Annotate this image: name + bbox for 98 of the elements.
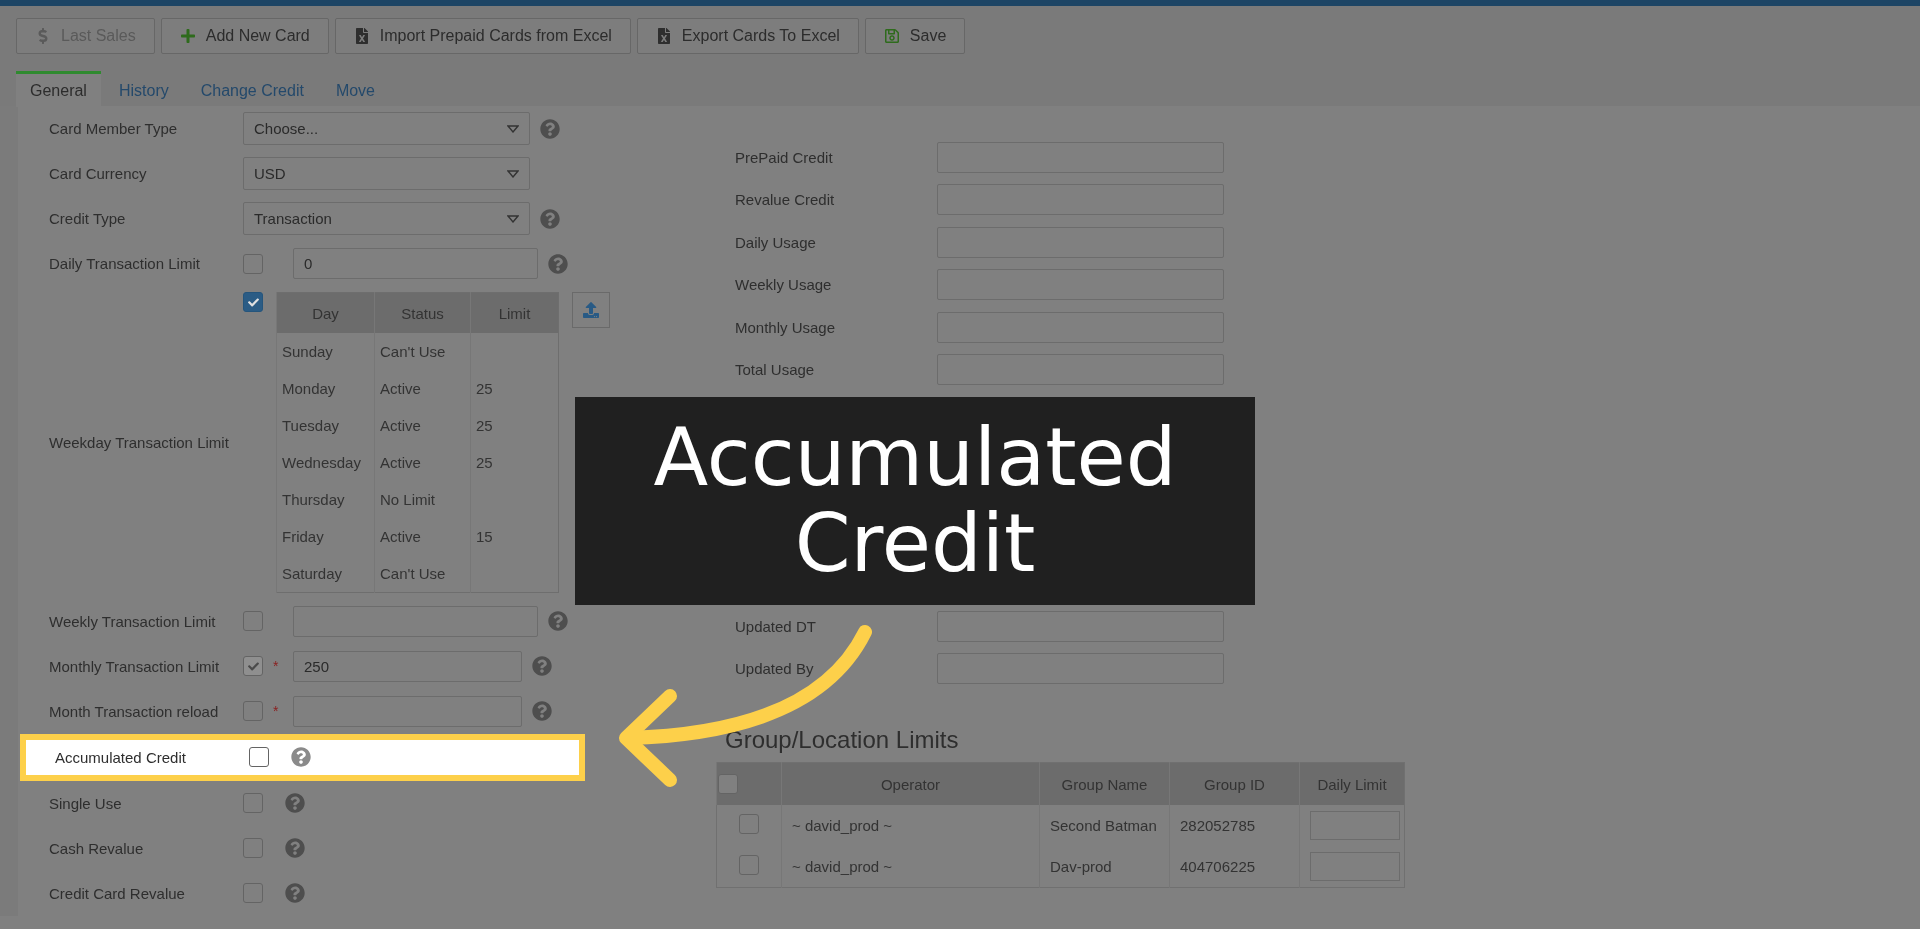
table-cell: ~ david_prod ~ xyxy=(781,846,1040,888)
column-header: Status xyxy=(374,292,471,333)
toolbar-button[interactable]: Add New Card xyxy=(160,18,329,54)
check-icon xyxy=(247,660,259,672)
checkbox[interactable] xyxy=(243,611,263,631)
checkbox[interactable] xyxy=(718,774,738,794)
save-icon xyxy=(883,28,900,44)
field-label: Daily Usage xyxy=(735,233,817,251)
dropdown[interactable]: Choose... xyxy=(243,112,530,145)
dropdown[interactable]: USD xyxy=(243,157,530,190)
table-cell: 25 xyxy=(470,407,559,444)
help-icon[interactable] xyxy=(285,883,305,903)
field-label: Updated By xyxy=(735,660,815,678)
help-icon[interactable] xyxy=(540,118,560,139)
dropdown[interactable]: Transaction xyxy=(243,202,530,235)
plus-icon xyxy=(179,28,196,44)
table-cell: 25 xyxy=(470,444,559,481)
column-header: Daily Limit xyxy=(1299,762,1405,805)
field-label: Cash Revalue xyxy=(49,839,145,857)
field-label: Accumulated Credit xyxy=(55,748,187,766)
field-label: Weekly Usage xyxy=(735,276,833,294)
toolbar-button[interactable]: Save xyxy=(864,18,966,54)
tab[interactable]: General xyxy=(16,71,101,107)
table-cell: Can't Use xyxy=(374,555,471,592)
table-cell: 15 xyxy=(470,518,559,555)
checkbox[interactable] xyxy=(249,747,269,767)
field-label: Credit Card Revalue xyxy=(49,884,186,902)
required-mark: * xyxy=(273,658,280,674)
section-title: Group/Location Limits xyxy=(725,726,960,754)
table-cell: ~ david_prod ~ xyxy=(781,805,1040,846)
checkbox[interactable] xyxy=(243,701,263,721)
help-icon[interactable] xyxy=(291,747,311,767)
table-cell: Thursday xyxy=(276,481,375,518)
table-cell: Sunday xyxy=(276,333,375,370)
checkbox[interactable] xyxy=(243,793,263,813)
table-cell: Monday xyxy=(276,370,375,407)
upload-icon xyxy=(583,302,599,318)
help-icon[interactable] xyxy=(548,253,568,274)
tab[interactable]: History xyxy=(104,71,183,107)
column-header: Operator xyxy=(781,762,1040,805)
table-cell: Can't Use xyxy=(374,333,471,370)
table-cell: Active xyxy=(374,370,471,407)
field-label: Monthly Transaction Limit xyxy=(49,657,221,675)
input-field[interactable]: 0 xyxy=(293,248,538,279)
help-icon[interactable] xyxy=(285,793,305,813)
table-cell: Active xyxy=(374,518,471,555)
spreadsheet-file-icon xyxy=(655,28,672,44)
table-cell: No Limit xyxy=(374,481,471,518)
table-cell: Tuesday xyxy=(276,407,375,444)
field-label: Monthly Usage xyxy=(735,318,837,336)
tab[interactable]: Change Credit xyxy=(186,71,318,107)
caret-icon xyxy=(507,124,519,133)
table-cell: 404706225 xyxy=(1169,846,1300,888)
checkbox[interactable] xyxy=(243,292,263,312)
field-label: Single Use xyxy=(49,794,123,812)
field-label: Weekly Transaction Limit xyxy=(49,612,217,630)
table-cell: Active xyxy=(374,407,471,444)
table-cell: Dav-prod xyxy=(1039,846,1170,888)
required-mark: * xyxy=(273,703,280,719)
field-label: Total Usage xyxy=(735,361,816,379)
column-header: Day xyxy=(276,292,375,333)
checkbox[interactable] xyxy=(243,838,263,858)
help-icon[interactable] xyxy=(540,208,560,229)
field-label: PrePaid Credit xyxy=(735,148,834,166)
field-label: Revalue Credit xyxy=(735,191,836,209)
checkbox[interactable] xyxy=(243,883,263,903)
field-label: Month Transaction reload xyxy=(49,702,220,720)
help-icon[interactable] xyxy=(548,611,568,631)
column-header: Group Name xyxy=(1039,762,1170,805)
help-icon[interactable] xyxy=(532,701,552,721)
help-icon[interactable] xyxy=(285,838,305,858)
callout-caption: Accumulated Credit xyxy=(575,397,1255,605)
field-label: Daily Transaction Limit xyxy=(49,255,201,272)
check-icon xyxy=(247,296,259,308)
toolbar-button[interactable]: Import Prepaid Cards from Excel xyxy=(334,18,631,54)
field-label: Credit Type xyxy=(49,210,127,227)
field-label: Card Currency xyxy=(49,165,148,182)
table-cell: Second Batman xyxy=(1039,805,1170,846)
table-cell: Active xyxy=(374,444,471,481)
upload-button[interactable] xyxy=(572,292,610,328)
table-cell: Saturday xyxy=(276,555,375,592)
field-label: Card Member Type xyxy=(49,120,179,137)
column-header: Limit xyxy=(470,292,559,333)
table-cell: Wednesday xyxy=(276,444,375,481)
field-label: Weekday Transaction Limit xyxy=(49,433,230,451)
table-cell: 25 xyxy=(470,370,559,407)
toolbar-button[interactable]: Export Cards To Excel xyxy=(636,18,859,54)
caret-icon xyxy=(507,214,519,223)
tab[interactable]: Move xyxy=(321,71,389,107)
checkbox[interactable] xyxy=(739,855,759,875)
field-label: Updated DT xyxy=(735,617,817,635)
table-cell: Friday xyxy=(276,518,375,555)
caret-icon xyxy=(507,169,519,178)
checkbox[interactable] xyxy=(243,253,263,274)
table-cell: 282052785 xyxy=(1169,805,1300,846)
spreadsheet-file-icon xyxy=(353,28,370,44)
column-header: Group ID xyxy=(1169,762,1300,805)
checkbox[interactable] xyxy=(739,814,759,834)
